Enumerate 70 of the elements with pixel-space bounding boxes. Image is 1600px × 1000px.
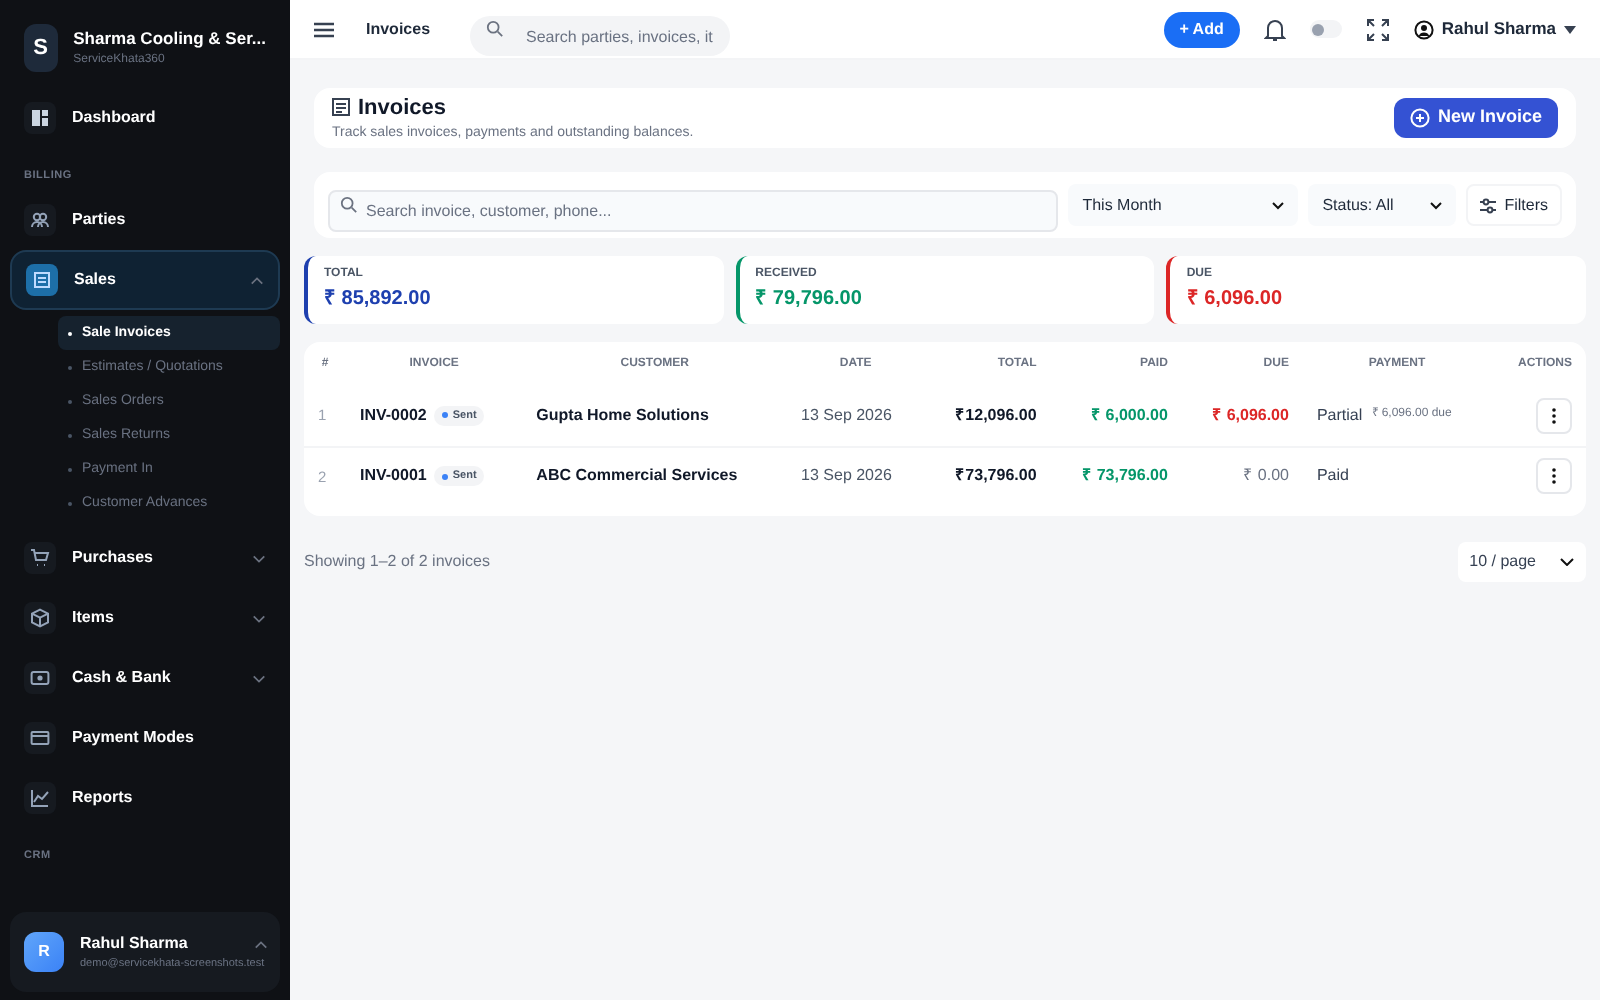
sidebar-item[interactable]: Reports [10,768,280,829]
theme-toggle[interactable] [1309,20,1342,38]
invoice-search-field[interactable]: Search invoice, customer, phone... [328,190,1059,232]
chevron-down-icon [1272,201,1285,209]
add-button[interactable]: + Add [1163,11,1240,47]
table-cell: ₹ 0.00 [1181,446,1303,506]
caret-icon [1564,25,1576,33]
invoice-number[interactable]: INV-0002 [360,403,427,428]
chevron-up-icon [254,940,268,950]
box-icon [30,608,50,629]
dashboard-icon [30,108,50,128]
chevron-down-icon [1430,201,1443,209]
table-cell: Gupta Home Solutions [522,386,788,446]
new-invoice-button[interactable]: New Invoice [1393,98,1558,138]
fullscreen-icon[interactable] [1365,17,1390,41]
sidebar-item[interactable]: Sales [10,250,280,311]
line-chart-icon [30,788,50,809]
users-icon [30,210,50,231]
chevron-down-icon [252,613,266,624]
chevron-up-icon [250,275,264,286]
card-icon [30,728,50,749]
brand-logo: S [24,24,58,72]
more-button[interactable] [1536,397,1572,434]
sidebar-item[interactable]: Dashboard [10,88,280,148]
page-title: Invoices [358,93,447,123]
sidebar-item[interactable]: Parties [10,190,280,251]
document-icon [332,98,350,117]
page-heading: Invoices [366,17,431,41]
pagination-summary: Showing 1–2 of 2 invoices [304,550,490,574]
table-cell: ₹ 6,096.00 [1181,386,1303,446]
payment-status: Partial [1316,403,1363,428]
table-cell: ₹12,096.00 [924,386,1051,446]
user-avatar: R [24,932,64,972]
global-search-field[interactable]: Search parties, invoices, it [470,16,731,56]
bell-icon[interactable] [1263,17,1286,41]
sliders-icon [1480,197,1497,213]
cash-icon [30,668,50,689]
chevron-down-icon [252,673,266,684]
user-name: Rahul Sharma [80,931,188,956]
user-icon[interactable] [1413,19,1434,39]
search-icon [486,20,505,38]
sidebar-item[interactable]: Cash & Bank [10,648,280,709]
payment-status: Paid [1316,464,1349,489]
table-cell: ₹73,796.00 [924,446,1051,506]
sidebar-item[interactable]: Payment Modes [10,708,280,769]
filters-button[interactable]: Filters [1466,184,1562,226]
chevron-down-icon [1560,558,1574,566]
status-select[interactable]: Status: All [1308,184,1457,226]
document-icon [32,270,52,291]
menu-icon[interactable] [314,21,334,37]
sidebar-item[interactable]: Items [10,588,280,649]
table-cell: 13 Sep 2026 [787,446,925,506]
stat-value: ₹ 85,892.00 [324,286,433,314]
more-button[interactable] [1536,458,1572,495]
period-select[interactable]: This Month [1068,184,1299,226]
invoice-number[interactable]: INV-0001 [360,464,427,489]
page-size-select[interactable]: 10 / page [1457,542,1586,582]
table-cell: ₹ 73,796.00 [1050,446,1182,506]
plus-circle-icon [1409,108,1430,128]
cart-icon [30,548,50,569]
user-menu[interactable]: Rahul Sharma [1441,16,1556,42]
brand-name: Sharma Cooling & Ser... [73,26,266,52]
stat-value: ₹ 79,796.00 [755,286,864,314]
chevron-down-icon [252,553,266,564]
sidebar-item[interactable]: Purchases [10,528,280,589]
stat-value: ₹ 6,096.00 [1186,286,1285,314]
search-icon [340,196,358,214]
table-cell: ABC Commercial Services [522,446,788,506]
table-cell: ₹ 6,000.00 [1050,386,1182,446]
table-cell: 13 Sep 2026 [787,386,925,446]
